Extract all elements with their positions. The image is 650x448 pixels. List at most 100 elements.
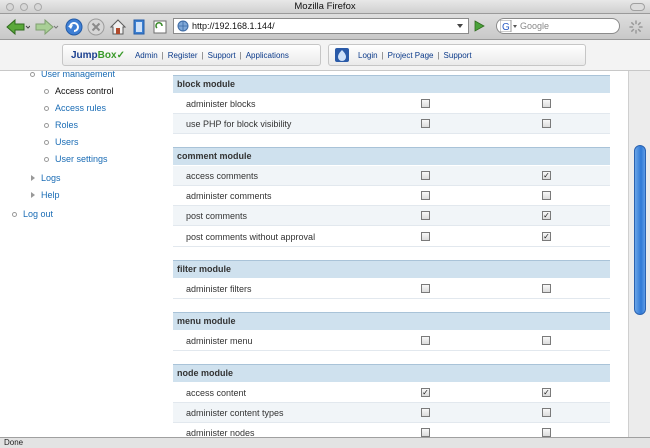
toolbar-toggle-icon[interactable]	[630, 3, 645, 11]
module-header-menu: menu module	[173, 312, 610, 330]
sidebar-item-help[interactable]: Help	[31, 190, 60, 200]
permission-checkbox[interactable]: ✓	[542, 388, 551, 397]
bullet-icon	[30, 71, 35, 77]
permission-checkbox[interactable]	[542, 119, 551, 128]
sidebar-label: User management	[41, 71, 116, 79]
table-row: administer comments	[173, 186, 610, 206]
permission-label: use PHP for block visibility	[186, 119, 292, 129]
permission-label: post comments	[186, 211, 248, 221]
jumpbox-logo[interactable]: JumpBox✓	[71, 50, 125, 61]
permission-checkbox[interactable]	[421, 408, 430, 417]
vertical-scrollbar[interactable]	[628, 71, 650, 437]
logo-text-sub: Box	[97, 49, 117, 61]
permission-checkbox[interactable]	[421, 336, 430, 345]
separator: |	[161, 50, 164, 60]
jb-link-project-page[interactable]: Project Page	[388, 51, 434, 60]
jb-link-admin[interactable]: Admin	[135, 51, 158, 60]
table-row: access comments ✓	[173, 166, 610, 186]
sidebar-item-user-management[interactable]: User management	[30, 71, 115, 79]
table-row: administer filters	[173, 279, 610, 299]
sidebar-item-access-rules[interactable]: Access rules	[44, 103, 106, 113]
jb-link-applications[interactable]: Applications	[246, 51, 289, 60]
jb-link-login[interactable]: Login	[358, 51, 378, 60]
zoom-window-icon[interactable]	[34, 3, 42, 11]
permission-checkbox[interactable]	[421, 191, 430, 200]
permission-checkbox[interactable]	[421, 284, 430, 293]
url-text: http://192.168.1.144/	[192, 21, 275, 31]
jb-link-support[interactable]: Support	[208, 51, 236, 60]
separator: |	[239, 50, 242, 60]
reload-button[interactable]	[64, 17, 84, 37]
permission-label: access comments	[186, 171, 259, 181]
sidebar-label: Log out	[23, 209, 54, 219]
permission-checkbox[interactable]: ✓	[542, 232, 551, 241]
sidebar-label: Access rules	[55, 103, 107, 113]
drupal-icon[interactable]	[335, 48, 349, 62]
scrollbar-thumb[interactable]	[634, 145, 646, 315]
go-button[interactable]	[472, 19, 486, 33]
permission-label: administer nodes	[186, 428, 255, 437]
permission-checkbox[interactable]	[421, 171, 430, 180]
jb-link-register[interactable]: Register	[168, 51, 198, 60]
table-row: use PHP for block visibility	[173, 114, 610, 134]
sidebar-label: Users	[55, 137, 79, 147]
close-window-icon[interactable]	[6, 3, 14, 11]
permission-checkbox[interactable]	[542, 336, 551, 345]
forward-button[interactable]	[33, 17, 59, 37]
collapsed-arrow-icon	[31, 192, 35, 198]
table-row: administer blocks	[173, 94, 610, 114]
permission-checkbox[interactable]	[542, 99, 551, 108]
sidebar-item-user-settings[interactable]: User settings	[44, 154, 108, 164]
sidebar-navigation: User management Access control Access ru…	[0, 71, 157, 437]
permission-checkbox[interactable]	[421, 119, 430, 128]
globe-icon	[177, 20, 189, 32]
jumpbox-community-panel: Login | Project Page | Support	[328, 44, 586, 66]
separator: |	[381, 50, 384, 60]
permission-checkbox[interactable]: ✓	[542, 171, 551, 180]
sidebar-item-log-out[interactable]: Log out	[12, 209, 53, 219]
permission-checkbox[interactable]	[542, 191, 551, 200]
stop-button[interactable]	[86, 17, 106, 37]
permission-checkbox[interactable]	[542, 428, 551, 437]
permission-checkbox[interactable]	[542, 408, 551, 417]
module-header-block: block module	[173, 75, 610, 93]
stop-icon	[87, 18, 105, 36]
address-bar[interactable]: http://192.168.1.144/	[173, 18, 469, 34]
permission-checkbox[interactable]	[421, 211, 430, 220]
permission-checkbox[interactable]	[421, 428, 430, 437]
permission-checkbox[interactable]	[542, 284, 551, 293]
sidebar-label: User settings	[55, 154, 108, 164]
sidebar-item-roles[interactable]: Roles	[44, 120, 78, 130]
permission-label: administer comments	[186, 191, 272, 201]
go-arrow-icon	[474, 20, 485, 32]
sidebar-item-access-control[interactable]: Access control	[44, 86, 114, 96]
home-button[interactable]	[108, 17, 128, 37]
table-row: access content ✓ ✓	[173, 383, 610, 403]
sidebar-item-logs[interactable]: Logs	[31, 173, 61, 183]
check-icon: ✓	[116, 49, 125, 61]
permission-checkbox[interactable]	[421, 232, 430, 241]
minimize-window-icon[interactable]	[20, 3, 28, 11]
bullet-icon	[12, 211, 17, 217]
table-row: post comments without approval ✓	[173, 227, 610, 247]
search-box[interactable]: G Google	[496, 18, 620, 34]
bookmarks-button[interactable]	[131, 17, 147, 37]
jb-link-support-right[interactable]: Support	[444, 51, 472, 60]
bullet-icon	[44, 139, 49, 145]
separator: |	[437, 50, 440, 60]
permission-label: post comments without approval	[186, 232, 316, 242]
back-button[interactable]	[4, 17, 30, 37]
permission-checkbox[interactable]: ✓	[421, 388, 430, 397]
table-row: post comments ✓	[173, 206, 610, 226]
module-header-comment: comment module	[173, 147, 610, 165]
sidebar-label: Access control	[55, 86, 114, 96]
google-icon[interactable]: G	[500, 20, 518, 32]
permission-checkbox[interactable]	[421, 99, 430, 108]
new-tab-button[interactable]	[151, 17, 169, 37]
bullet-icon	[44, 105, 49, 111]
permission-checkbox[interactable]: ✓	[542, 211, 551, 220]
dropdown-arrow-icon[interactable]	[455, 21, 465, 31]
separator: |	[201, 50, 204, 60]
search-input[interactable]: Google	[520, 21, 549, 31]
sidebar-item-users[interactable]: Users	[44, 137, 79, 147]
